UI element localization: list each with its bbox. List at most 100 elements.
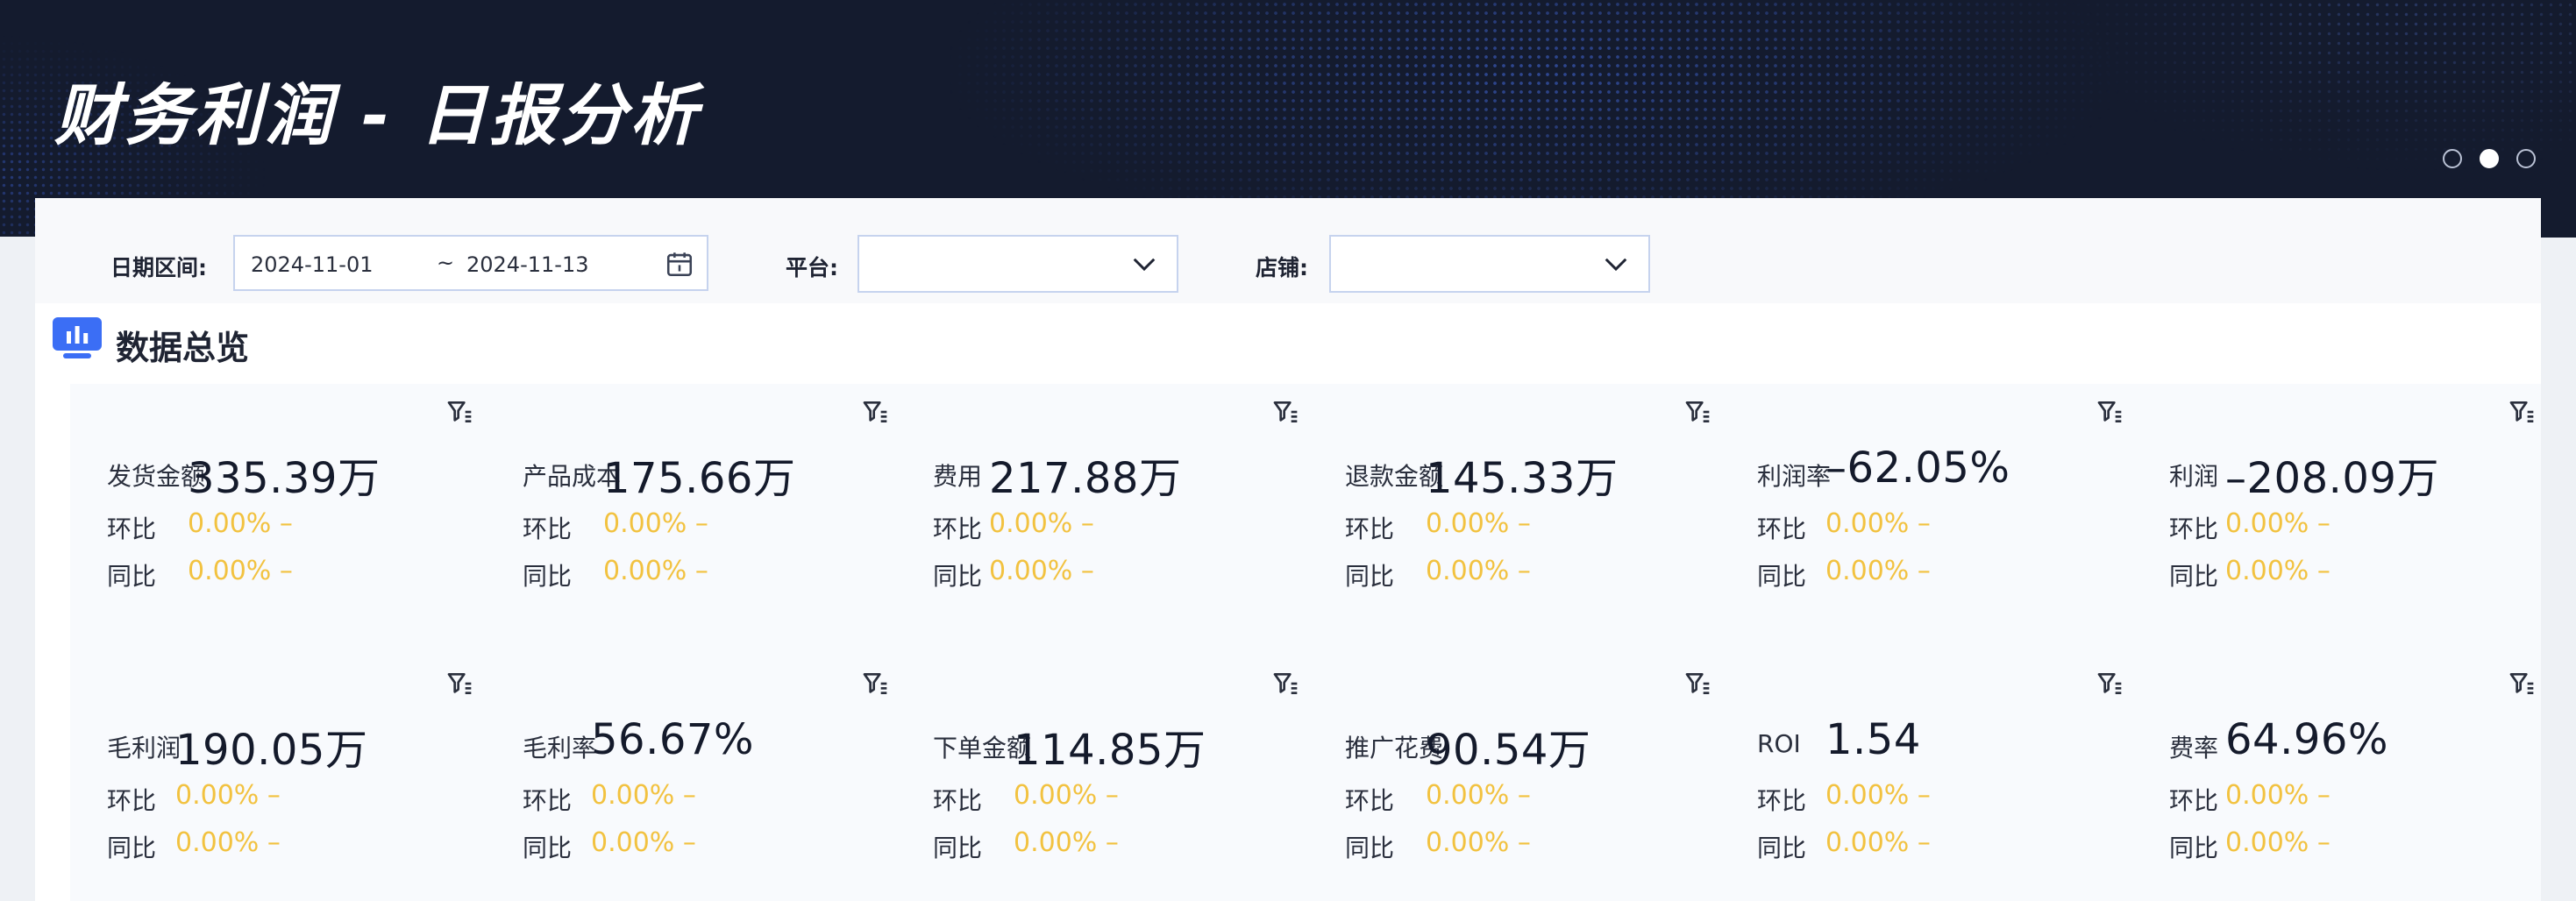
- calendar-icon[interactable]: [665, 249, 694, 279]
- mom-label: 环比: [1345, 514, 1395, 543]
- yoy-label: 同比: [1757, 834, 1807, 862]
- chevron-down-icon: [1133, 258, 1156, 272]
- yoy-label: 同比: [1345, 562, 1395, 591]
- filter-icon[interactable]: [2508, 670, 2536, 698]
- mom-value: 0.00% –: [2225, 508, 2330, 539]
- date-separator: ~: [437, 251, 455, 275]
- filter-icon[interactable]: [1271, 670, 1299, 698]
- mom-value: 0.00% –: [175, 780, 281, 811]
- filter-icon[interactable]: [2508, 398, 2536, 426]
- yoy-label: 同比: [933, 562, 983, 591]
- metrics-grid: 发货金额 335.39万 环比 0.00% – 同比 0.00% – 产品成本 175.66万…: [70, 384, 2541, 901]
- mom-label: 环比: [1757, 786, 1807, 815]
- yoy-label: 同比: [1345, 834, 1395, 862]
- date-range-picker[interactable]: 2024-11-01 ~ 2024-11-13: [233, 235, 708, 291]
- mom-label: 环比: [523, 514, 573, 543]
- yoy-label: 同比: [2169, 834, 2219, 862]
- mom-label: 环比: [933, 514, 983, 543]
- yoy-label: 同比: [523, 562, 573, 591]
- mom-value: 0.00% –: [1426, 780, 1531, 811]
- yoy-label: 同比: [2169, 562, 2219, 591]
- carousel-dot-2[interactable]: [2480, 149, 2499, 168]
- yoy-label: 同比: [107, 834, 157, 862]
- mom-value: 0.00% –: [1426, 508, 1531, 539]
- metric-card: 毛利率 56.67% 环比 0.00% – 同比 0.00% –: [486, 656, 898, 901]
- yoy-label: 同比: [107, 562, 157, 591]
- metric-card: 费用 217.88万 环比 0.00% – 同比 0.00% –: [896, 384, 1308, 647]
- metric-value: 64.96%: [2225, 715, 2389, 764]
- metric-value: –62.05%: [1825, 443, 2010, 493]
- filter-icon[interactable]: [445, 670, 473, 698]
- platform-select[interactable]: [857, 235, 1178, 293]
- filter-icon[interactable]: [1271, 398, 1299, 426]
- yoy-value: 0.00% –: [1825, 556, 1931, 586]
- bar-chart-icon: [53, 317, 102, 358]
- filter-bar: 日期区间: 2024-11-01 ~ 2024-11-13 平台: 店铺:: [35, 198, 2541, 303]
- metric-card: 退款金额 145.33万 环比 0.00% – 同比 0.00% –: [1308, 384, 1720, 647]
- carousel-indicator: [2443, 149, 2536, 168]
- yoy-label: 同比: [1757, 562, 1807, 591]
- mom-label: 环比: [107, 786, 157, 815]
- metric-label: ROI: [1757, 729, 1801, 758]
- yoy-value: 0.00% –: [1825, 827, 1931, 858]
- metric-value: 335.39万: [188, 454, 381, 503]
- metric-value: 217.88万: [989, 454, 1182, 503]
- date-end-input[interactable]: 2024-11-13: [466, 252, 588, 277]
- mom-label: 环比: [2169, 514, 2219, 543]
- mom-value: 0.00% –: [2225, 780, 2330, 811]
- metric-card: 费率 64.96% 环比 0.00% – 同比 0.00% –: [2132, 656, 2544, 901]
- mom-label: 环比: [1757, 514, 1807, 543]
- yoy-label: 同比: [933, 834, 983, 862]
- yoy-value: 0.00% –: [2225, 556, 2330, 586]
- date-start-input[interactable]: 2024-11-01: [251, 252, 373, 277]
- section-header: 数据总览: [35, 303, 2541, 367]
- carousel-dot-3[interactable]: [2516, 149, 2536, 168]
- mom-value: 0.00% –: [1825, 508, 1931, 539]
- metric-value: 56.67%: [591, 715, 755, 764]
- metric-value: –208.09万: [2225, 454, 2439, 503]
- yoy-value: 0.00% –: [2225, 827, 2330, 858]
- filter-icon[interactable]: [2096, 398, 2124, 426]
- banner-edge: [2541, 198, 2576, 238]
- mom-value: 0.00% –: [603, 508, 708, 539]
- metric-label: 毛利率: [523, 734, 597, 763]
- yoy-value: 0.00% –: [175, 827, 281, 858]
- yoy-value: 0.00% –: [989, 556, 1094, 586]
- filter-icon[interactable]: [861, 670, 889, 698]
- filter-icon[interactable]: [1683, 398, 1711, 426]
- metric-label: 利润率: [1757, 462, 1832, 491]
- metric-value: 1.54: [1825, 715, 1921, 764]
- metric-card: 毛利润 190.05万 环比 0.00% – 同比 0.00% –: [70, 656, 482, 901]
- metric-value: 175.66万: [603, 454, 796, 503]
- filter-icon[interactable]: [1683, 670, 1711, 698]
- metric-value: 114.85万: [1014, 726, 1206, 775]
- chevron-down-icon: [1605, 258, 1627, 272]
- mom-value: 0.00% –: [1014, 780, 1119, 811]
- shop-label: 店铺:: [1256, 255, 1308, 280]
- yoy-value: 0.00% –: [1426, 556, 1531, 586]
- mom-label: 环比: [523, 786, 573, 815]
- filter-icon[interactable]: [445, 398, 473, 426]
- main-panel: 日期区间: 2024-11-01 ~ 2024-11-13 平台: 店铺: 数据…: [35, 198, 2541, 901]
- platform-label: 平台:: [786, 255, 838, 280]
- carousel-dot-1[interactable]: [2443, 149, 2462, 168]
- metric-card: ROI 1.54 环比 0.00% – 同比 0.00% –: [1720, 656, 2132, 901]
- mom-label: 环比: [107, 514, 157, 543]
- filter-icon[interactable]: [861, 398, 889, 426]
- metric-card: 利润 –208.09万 环比 0.00% – 同比 0.00% –: [2132, 384, 2544, 647]
- metric-label: 费用: [933, 462, 983, 491]
- shop-select[interactable]: [1329, 235, 1650, 293]
- date-range-label: 日期区间:: [110, 255, 207, 280]
- yoy-value: 0.00% –: [1426, 827, 1531, 858]
- metric-value: 145.33万: [1426, 454, 1619, 503]
- metric-card: 利润率 –62.05% 环比 0.00% – 同比 0.00% –: [1720, 384, 2132, 647]
- mom-label: 环比: [2169, 786, 2219, 815]
- section-title: 数据总览: [116, 329, 250, 367]
- mom-value: 0.00% –: [188, 508, 293, 539]
- yoy-value: 0.00% –: [603, 556, 708, 586]
- metric-label: 利润: [2169, 462, 2219, 491]
- metric-label: 毛利润: [107, 734, 181, 763]
- page-title: 财务利润 - 日报分析: [54, 76, 701, 154]
- metric-card: 推广花费 90.54万 环比 0.00% – 同比 0.00% –: [1308, 656, 1720, 901]
- filter-icon[interactable]: [2096, 670, 2124, 698]
